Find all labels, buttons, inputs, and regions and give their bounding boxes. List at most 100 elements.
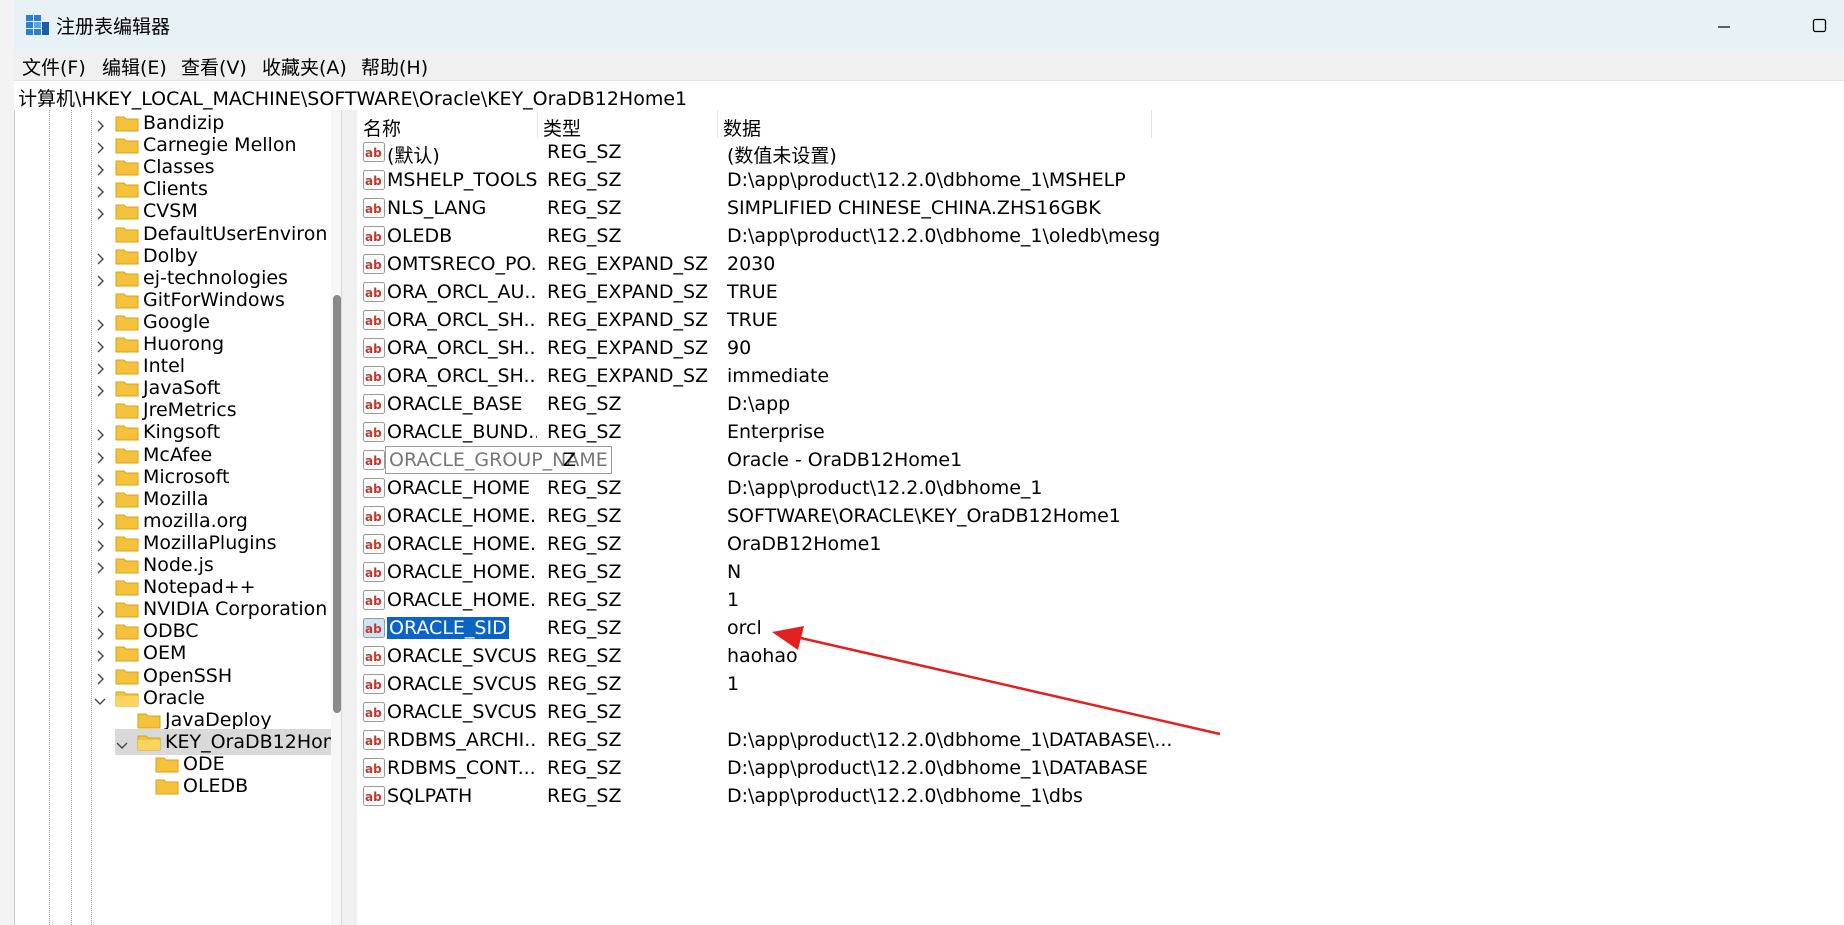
value-row[interactable]: ab NLS_LANG REG_SZ SIMPLIFIED CHINESE_CHINA… [357, 194, 1507, 222]
chevron-right-icon[interactable] [93, 669, 107, 684]
svg-text:ab: ab [365, 426, 382, 440]
chevron-right-icon[interactable] [93, 514, 107, 530]
tree-scrollbar[interactable] [331, 110, 341, 925]
value-row[interactable]: ab ORACLE_HOME... REG_SZ SOFTWARE\ORACLE\KE… [357, 502, 1507, 530]
chevron-right-icon[interactable] [93, 624, 107, 640]
value-row[interactable]: ab ORA_ORCL_SH... REG_EXPAND_SZ TRUE [357, 306, 1507, 334]
menu-favorites[interactable]: 收藏夹(A) [262, 53, 347, 80]
chevron-right-icon[interactable] [93, 492, 107, 508]
tree-scroll-thumb[interactable] [333, 295, 341, 713]
chevron-right-icon[interactable] [93, 359, 107, 375]
value-row[interactable]: ab OMTSRECO_PO... REG_EXPAND_SZ 2030 [357, 250, 1507, 278]
value-row[interactable]: ab ORA_ORCL_SH... REG_EXPAND_SZ 90 [357, 334, 1507, 362]
menu-edit[interactable]: 编辑(E) [102, 53, 167, 80]
folder-icon [115, 534, 139, 552]
value-data: N [727, 561, 742, 583]
chevron-right-icon[interactable] [93, 315, 107, 331]
value-data: OraDB12Home1 [727, 533, 882, 555]
value-row[interactable]: ab ORACLE_GROUP_NAME Z Oracle - OraDB12Home… [357, 446, 1507, 474]
tree-item[interactable]: OLEDB [155, 773, 248, 799]
string-value-icon: ab [363, 506, 385, 526]
tree-guide-line [71, 110, 72, 925]
chevron-right-icon[interactable] [93, 204, 107, 220]
chevron-right-icon[interactable] [93, 227, 107, 241]
value-row[interactable]: ab ORACLE_HOME REG_SZ D:\app\product\12.2.0… [357, 474, 1507, 502]
chevron-right-icon[interactable] [93, 602, 107, 618]
chevron-down-icon[interactable] [93, 691, 107, 705]
chevron-right-icon[interactable] [93, 249, 107, 265]
value-row-selected[interactable]: ab ORACLE_SID REG_SZ orcl [357, 614, 1507, 642]
address-bar[interactable]: 计算机\HKEY_LOCAL_MACHINE\SOFTWARE\Oracle\K… [14, 80, 1844, 111]
pane-splitter[interactable] [341, 110, 358, 925]
value-row[interactable]: ab ORACLE_BUND... REG_SZ Enterprise [357, 418, 1507, 446]
value-row[interactable]: ab SQLPATH REG_SZ D:\app\product\12.2.0\dbh… [357, 782, 1507, 810]
value-row[interactable]: ab ORACLE_SVCUS... REG_SZ [357, 698, 1507, 726]
menu-file[interactable]: 文件(F) [22, 53, 86, 80]
menu-help[interactable]: 帮助(H) [361, 53, 428, 80]
chevron-right-icon[interactable] [93, 160, 107, 176]
value-row[interactable]: ab ORACLE_HOME... REG_SZ 1 [357, 586, 1507, 614]
chevron-right-icon[interactable] [93, 580, 107, 594]
column-header-data[interactable]: 数据 [717, 110, 1152, 140]
tree-item-label: ODE [183, 752, 225, 775]
value-row[interactable]: ab (默认) REG_SZ (数值未设置) [357, 138, 1507, 167]
value-data: D:\app\product\12.2.0\dbhome_1\MSHELP [727, 169, 1126, 191]
value-row[interactable]: ab ORACLE_HOME... REG_SZ OraDB12Home1 [357, 530, 1507, 558]
string-value-icon: ab [363, 450, 385, 470]
svg-text:ab: ab [365, 202, 382, 216]
value-row[interactable]: ab RDBMS_CONT... REG_SZ D:\app\product\12.2… [357, 754, 1507, 782]
value-row[interactable]: ab ORACLE_SVCUS... REG_SZ haohao [357, 642, 1507, 670]
title-bar[interactable]: 注册表编辑器 [14, 0, 1844, 50]
chevron-down-icon[interactable] [115, 735, 129, 749]
chevron-right-icon[interactable] [93, 558, 107, 574]
chevron-right-icon[interactable] [93, 470, 107, 486]
menu-view[interactable]: 查看(V) [181, 53, 247, 80]
folder-icon [115, 490, 139, 508]
tree-item-label: Oracle [143, 686, 205, 709]
value-name: ORA_ORCL_SH... [387, 309, 537, 331]
chevron-right-icon[interactable] [93, 425, 107, 441]
value-type: REG_SZ [547, 169, 622, 191]
string-value-icon: ab [363, 170, 385, 190]
tree-item-selected[interactable]: KEY_OraDB12Home1 [115, 728, 342, 755]
value-row[interactable]: ab ORA_ORCL_SH... REG_EXPAND_SZ immediate [357, 362, 1507, 390]
value-type: REG_SZ [547, 785, 622, 807]
chevron-right-icon[interactable] [93, 381, 107, 397]
rename-input[interactable]: ORACLE_GROUP_NAME [385, 446, 612, 474]
value-row[interactable]: ab ORACLE_HOME... REG_SZ N [357, 558, 1507, 586]
column-header-type[interactable]: 类型 [537, 110, 718, 140]
chevron-right-icon[interactable] [93, 293, 107, 307]
chevron-right-icon[interactable] [93, 182, 107, 198]
menu-bar: 文件(F) 编辑(E) 查看(V) 收藏夹(A) 帮助(H) [14, 50, 1844, 80]
folder-icon [115, 202, 139, 220]
minimize-button[interactable] [1694, 8, 1754, 44]
svg-text:ab: ab [365, 342, 382, 356]
value-row[interactable]: ab OLEDB REG_SZ D:\app\product\12.2.0\dbhom… [357, 222, 1507, 250]
value-row[interactable]: ab ORA_ORCL_AU... REG_EXPAND_SZ TRUE [357, 278, 1507, 306]
maximize-button[interactable] [1790, 8, 1844, 44]
chevron-right-icon[interactable] [93, 116, 107, 132]
chevron-right-icon[interactable] [93, 448, 107, 463]
chevron-right-icon[interactable] [93, 271, 107, 287]
value-row[interactable]: ab MSHELP_TOOLS REG_SZ D:\app\product\12.2.… [357, 166, 1507, 194]
chevron-right-icon[interactable] [93, 646, 107, 662]
chevron-right-icon[interactable] [93, 138, 107, 154]
tree-item-label: Kingsoft [143, 421, 221, 444]
value-row[interactable]: ab ORACLE_BASE REG_SZ D:\app [357, 390, 1507, 418]
chevron-right-icon[interactable] [93, 403, 107, 417]
folder-icon [115, 512, 139, 530]
svg-text:ab: ab [365, 678, 382, 692]
value-row[interactable]: ab ORACLE_SVCUS... REG_SZ 1 [357, 670, 1507, 698]
chevron-right-icon[interactable] [93, 337, 107, 353]
string-value-icon: ab [363, 562, 385, 582]
value-type: REG_SZ [547, 421, 622, 443]
value-type: REG_SZ [547, 701, 622, 723]
value-type: REG_EXPAND_SZ [547, 365, 709, 387]
value-data: 1 [727, 589, 740, 611]
column-header-name[interactable]: 名称 [357, 110, 538, 140]
svg-text:ab: ab [365, 706, 382, 720]
chevron-right-icon[interactable] [93, 536, 107, 552]
folder-icon [115, 401, 139, 419]
value-row[interactable]: ab RDBMS_ARCHI... REG_SZ D:\app\product\12.… [357, 726, 1507, 754]
folder-icon [115, 578, 139, 596]
